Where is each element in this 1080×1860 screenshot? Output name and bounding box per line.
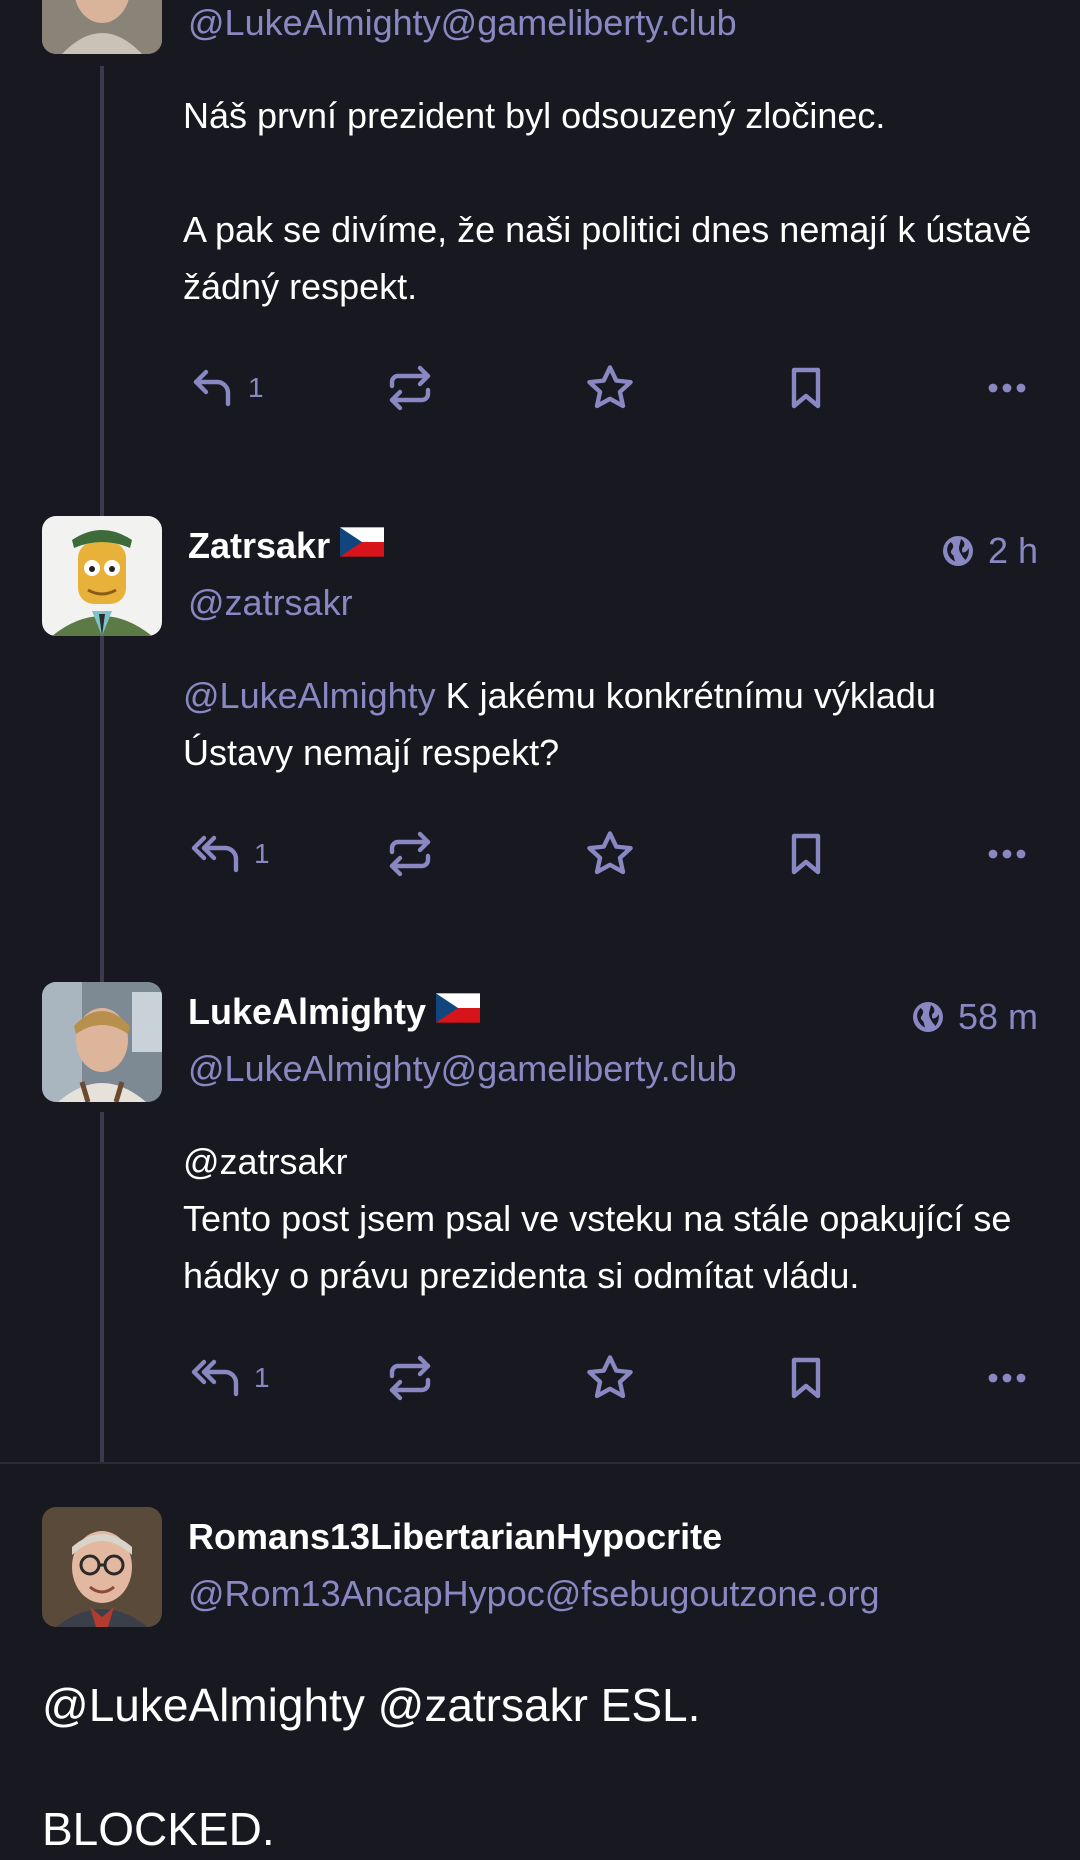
post-handle[interactable]: @LukeAlmighty@gameliberty.club <box>188 2 737 44</box>
boost-icon <box>389 831 431 877</box>
post-handle[interactable]: @LukeAlmighty@gameliberty.club <box>188 1048 737 1090</box>
post-content: @zatrsakr Tento post jsem psal ve vsteku… <box>183 1133 1043 1304</box>
globe-icon <box>912 1002 943 1032</box>
post-author-name[interactable]: Romans13LibertarianHypocrite <box>188 1516 722 1558</box>
post-actions: 1 <box>183 1348 1043 1408</box>
post-author-name[interactable]: LukeAlmighty <box>188 990 481 1035</box>
thread-line <box>100 1112 104 1462</box>
post-timestamp[interactable]: 2 h <box>940 530 1038 572</box>
bookmark-button[interactable] <box>782 1348 830 1408</box>
post-paragraph: Tento post jsem psal ve vsteku na stále … <box>183 1198 1012 1296</box>
post-actions: 1 <box>183 824 1043 884</box>
bookmark-icon <box>791 1357 821 1399</box>
reply-button[interactable]: 1 <box>188 1348 270 1408</box>
reply-all-icon <box>191 1359 239 1397</box>
post-time: 58 m <box>957 996 1038 1037</box>
post-paragraph: A pak se divíme, že naši politici dnes n… <box>183 209 1032 307</box>
post-author-name[interactable]: Zatrsakr <box>188 524 385 569</box>
post-paragraph <box>42 1736 1042 1798</box>
boost-button[interactable] <box>386 358 434 418</box>
reply-icon <box>193 369 231 407</box>
post-paragraph: @LukeAlmighty K jakému konkrétnímu výkla… <box>183 667 1043 781</box>
post-content: Náš první prezident byl odsouzený zločin… <box>183 87 1043 315</box>
avatar[interactable] <box>42 0 162 54</box>
more-icon <box>988 849 1026 859</box>
avatar[interactable] <box>42 982 162 1102</box>
author-name-text: LukeAlmighty <box>188 991 427 1032</box>
bookmark-button[interactable] <box>782 824 830 884</box>
post-actions: 1 <box>183 358 1043 418</box>
more-button[interactable] <box>983 824 1031 884</box>
globe-icon <box>942 536 973 566</box>
mention-link[interactable]: @LukeAlmighty <box>42 1679 365 1731</box>
reply-count: 1 <box>248 372 264 403</box>
star-icon <box>587 831 633 875</box>
favourite-button[interactable] <box>584 358 636 418</box>
post-paragraph: BLOCKED. <box>42 1803 275 1855</box>
boost-button[interactable] <box>386 1348 434 1408</box>
star-icon <box>587 365 633 409</box>
bookmark-button[interactable] <box>782 358 830 418</box>
more-button[interactable] <box>983 1348 1031 1408</box>
mention-link[interactable]: @zatrsakr <box>378 1679 588 1731</box>
avatar[interactable] <box>42 516 162 636</box>
author-name-text: Zatrsakr <box>188 525 331 566</box>
more-icon <box>988 383 1026 393</box>
avatar[interactable] <box>42 1507 162 1627</box>
post-handle[interactable]: @Rom13AncapHypoc@fsebugoutzone.org <box>188 1573 880 1615</box>
bookmark-icon <box>791 367 821 409</box>
reply-button[interactable]: 1 <box>188 824 270 884</box>
czech-flag-icon <box>436 990 481 1032</box>
favourite-button[interactable] <box>584 824 636 884</box>
more-icon <box>988 1373 1026 1383</box>
post-time: 2 h <box>987 530 1038 571</box>
boost-button[interactable] <box>386 824 434 884</box>
thread-divider <box>0 1462 1080 1464</box>
favourite-button[interactable] <box>584 1348 636 1408</box>
post-content: @LukeAlmighty @zatrsakr ESL. BLOCKED. <box>42 1674 1042 1860</box>
mention-link[interactable]: @zatrsakr <box>183 1141 348 1182</box>
reply-all-icon <box>191 835 239 873</box>
post-text: ESL. <box>587 1679 701 1731</box>
boost-icon <box>389 365 431 411</box>
reply-button[interactable]: 1 <box>188 358 264 418</box>
post-paragraph: Náš první prezident byl odsouzený zločin… <box>183 95 886 136</box>
post-timestamp[interactable]: 58 m <box>910 996 1038 1038</box>
star-icon <box>587 1355 633 1399</box>
boost-icon <box>389 1355 431 1401</box>
czech-flag-icon <box>340 524 385 566</box>
post-content: @LukeAlmighty K jakému konkrétnímu výkla… <box>183 667 1043 781</box>
post-paragraph: @LukeAlmighty @zatrsakr ESL. <box>42 1674 1042 1736</box>
post-paragraph: @zatrsakr <box>183 1133 1043 1190</box>
reply-count: 1 <box>254 1362 270 1393</box>
bookmark-icon <box>791 833 821 875</box>
mention-link[interactable]: @LukeAlmighty <box>183 675 436 716</box>
post-handle[interactable]: @zatrsakr <box>188 582 353 624</box>
post-paragraph <box>183 144 1043 201</box>
author-name-text: Romans13LibertarianHypocrite <box>188 1516 723 1557</box>
reply-count: 1 <box>254 838 270 869</box>
more-button[interactable] <box>983 358 1031 418</box>
